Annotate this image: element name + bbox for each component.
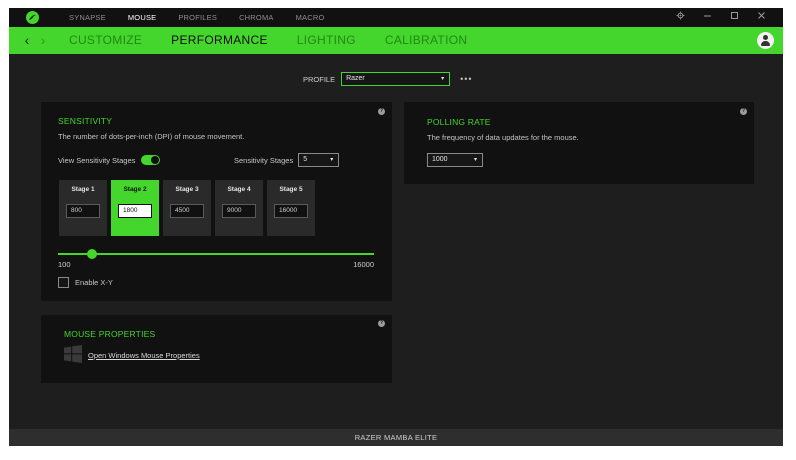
polling-rate-title: POLLING RATE — [427, 117, 491, 127]
stage-name: Stage 4 — [227, 186, 251, 193]
stage-name: Stage 1 — [71, 186, 95, 193]
dpi-slider-min: 100 — [58, 260, 71, 269]
settings-icon[interactable] — [667, 8, 694, 27]
view-stages-label: View Sensitivity Stages — [58, 155, 136, 165]
enable-xy-checkbox[interactable] — [58, 277, 69, 288]
profile-row: PROFILE Razer ▾ ••• — [303, 72, 473, 86]
polling-rate-dropdown[interactable]: 1000 ▾ — [427, 153, 483, 167]
chevron-down-icon: ▾ — [441, 76, 445, 82]
sensitivity-panel: ? SENSITIVITY The number of dots-per-inc… — [41, 102, 392, 301]
top-nav-macro[interactable]: MACRO — [296, 8, 325, 27]
tab-performance[interactable]: PERFORMANCE — [171, 27, 268, 54]
chevron-down-icon: ▾ — [473, 157, 477, 163]
help-icon[interactable]: ? — [378, 320, 385, 327]
user-avatar-icon[interactable] — [757, 32, 774, 49]
profile-dropdown-value: Razer — [346, 75, 365, 82]
stages-count-dropdown[interactable]: 5 ▾ — [298, 153, 340, 167]
stage-name: Stage 2 — [123, 186, 147, 193]
dpi-slider-max: 16000 — [353, 260, 374, 269]
polling-rate-description: The frequency of data updates for the mo… — [427, 133, 579, 142]
top-nav: SYNAPSE MOUSE PROFILES CHROMA MACRO — [69, 8, 347, 27]
toggle-knob — [151, 156, 160, 164]
stages-count-label: Sensitivity Stages — [234, 155, 294, 165]
stage-dpi-input[interactable]: 800 — [66, 204, 100, 218]
forward-arrow-icon[interactable]: › — [35, 27, 51, 54]
stage-dpi-input[interactable]: 4500 — [170, 204, 204, 218]
mouse-properties-panel: ? MOUSE PROPERTIES Open Windows Mouse Pr… — [41, 315, 392, 383]
open-mouse-properties-link[interactable]: Open Windows Mouse Properties — [88, 351, 200, 360]
stage-dpi-input[interactable]: 16000 — [274, 204, 308, 218]
enable-xy-label: Enable X-Y — [75, 278, 113, 287]
stage-name: Stage 3 — [175, 186, 199, 193]
maximize-icon[interactable] — [721, 8, 748, 27]
stage-card-5[interactable]: Stage 5 16000 — [267, 180, 315, 236]
stage-card-1[interactable]: Stage 1 800 — [59, 180, 107, 236]
sensitivity-title: SENSITIVITY — [58, 116, 113, 126]
stage-dpi-input[interactable]: 9000 — [222, 204, 256, 218]
sub-nav-bar: ‹ › CUSTOMIZE PERFORMANCE LIGHTING CALIB… — [9, 27, 783, 54]
stage-name: Stage 5 — [279, 186, 303, 193]
mouse-properties-link-row: Open Windows Mouse Properties — [64, 345, 200, 365]
stage-card-3[interactable]: Stage 3 4500 — [163, 180, 211, 236]
title-bar: SYNAPSE MOUSE PROFILES CHROMA MACRO — [9, 8, 783, 27]
profile-label: PROFILE — [303, 74, 336, 84]
dpi-slider-handle[interactable] — [87, 249, 97, 259]
help-icon[interactable]: ? — [378, 108, 385, 115]
minimize-icon[interactable] — [694, 8, 721, 27]
polling-rate-panel: ? POLLING RATE The frequency of data upd… — [404, 102, 754, 184]
window-controls — [667, 8, 775, 27]
sensitivity-description: The number of dots-per-inch (DPI) of mou… — [58, 132, 245, 141]
close-icon[interactable] — [748, 8, 775, 27]
top-nav-mouse[interactable]: MOUSE — [128, 8, 157, 27]
mouse-properties-title: MOUSE PROPERTIES — [64, 329, 156, 339]
chevron-down-icon: ▾ — [330, 157, 334, 163]
dpi-slider-track — [92, 253, 374, 255]
back-arrow-icon[interactable]: ‹ — [19, 27, 35, 54]
stages-count-value: 5 — [303, 156, 308, 163]
more-options-icon[interactable]: ••• — [460, 74, 472, 84]
dpi-slider[interactable] — [58, 249, 374, 259]
stage-card-4[interactable]: Stage 4 9000 — [215, 180, 263, 236]
stage-card-2[interactable]: Stage 2 1800 — [111, 180, 159, 236]
device-status-bar: RAZER MAMBA ELITE — [9, 429, 783, 446]
tab-calibration[interactable]: CALIBRATION — [385, 27, 467, 54]
view-stages-row: View Sensitivity Stages — [58, 155, 161, 165]
enable-xy-row: Enable X-Y — [58, 277, 113, 288]
avatar-body — [761, 41, 770, 46]
tab-customize[interactable]: CUSTOMIZE — [69, 27, 142, 54]
help-icon[interactable]: ? — [740, 108, 747, 115]
view-stages-toggle[interactable] — [141, 155, 161, 165]
history-arrows: ‹ › — [19, 27, 51, 54]
top-nav-chroma[interactable]: CHROMA — [239, 8, 274, 27]
windows-logo-icon — [64, 345, 82, 365]
synapse-window: SYNAPSE MOUSE PROFILES CHROMA MACRO ‹ › — [9, 8, 783, 446]
avatar-head — [763, 35, 768, 40]
stage-dpi-input[interactable]: 1800 — [118, 204, 152, 218]
top-nav-profiles[interactable]: PROFILES — [178, 8, 217, 27]
razer-logo-icon[interactable] — [26, 11, 39, 24]
top-nav-synapse[interactable]: SYNAPSE — [69, 8, 106, 27]
sub-tabs: CUSTOMIZE PERFORMANCE LIGHTING CALIBRATI… — [69, 27, 496, 54]
profile-dropdown[interactable]: Razer ▾ — [341, 72, 451, 86]
tab-lighting[interactable]: LIGHTING — [297, 27, 356, 54]
polling-rate-value: 1000 — [432, 156, 448, 163]
stages-count-row: Sensitivity Stages 5 ▾ — [234, 153, 340, 167]
